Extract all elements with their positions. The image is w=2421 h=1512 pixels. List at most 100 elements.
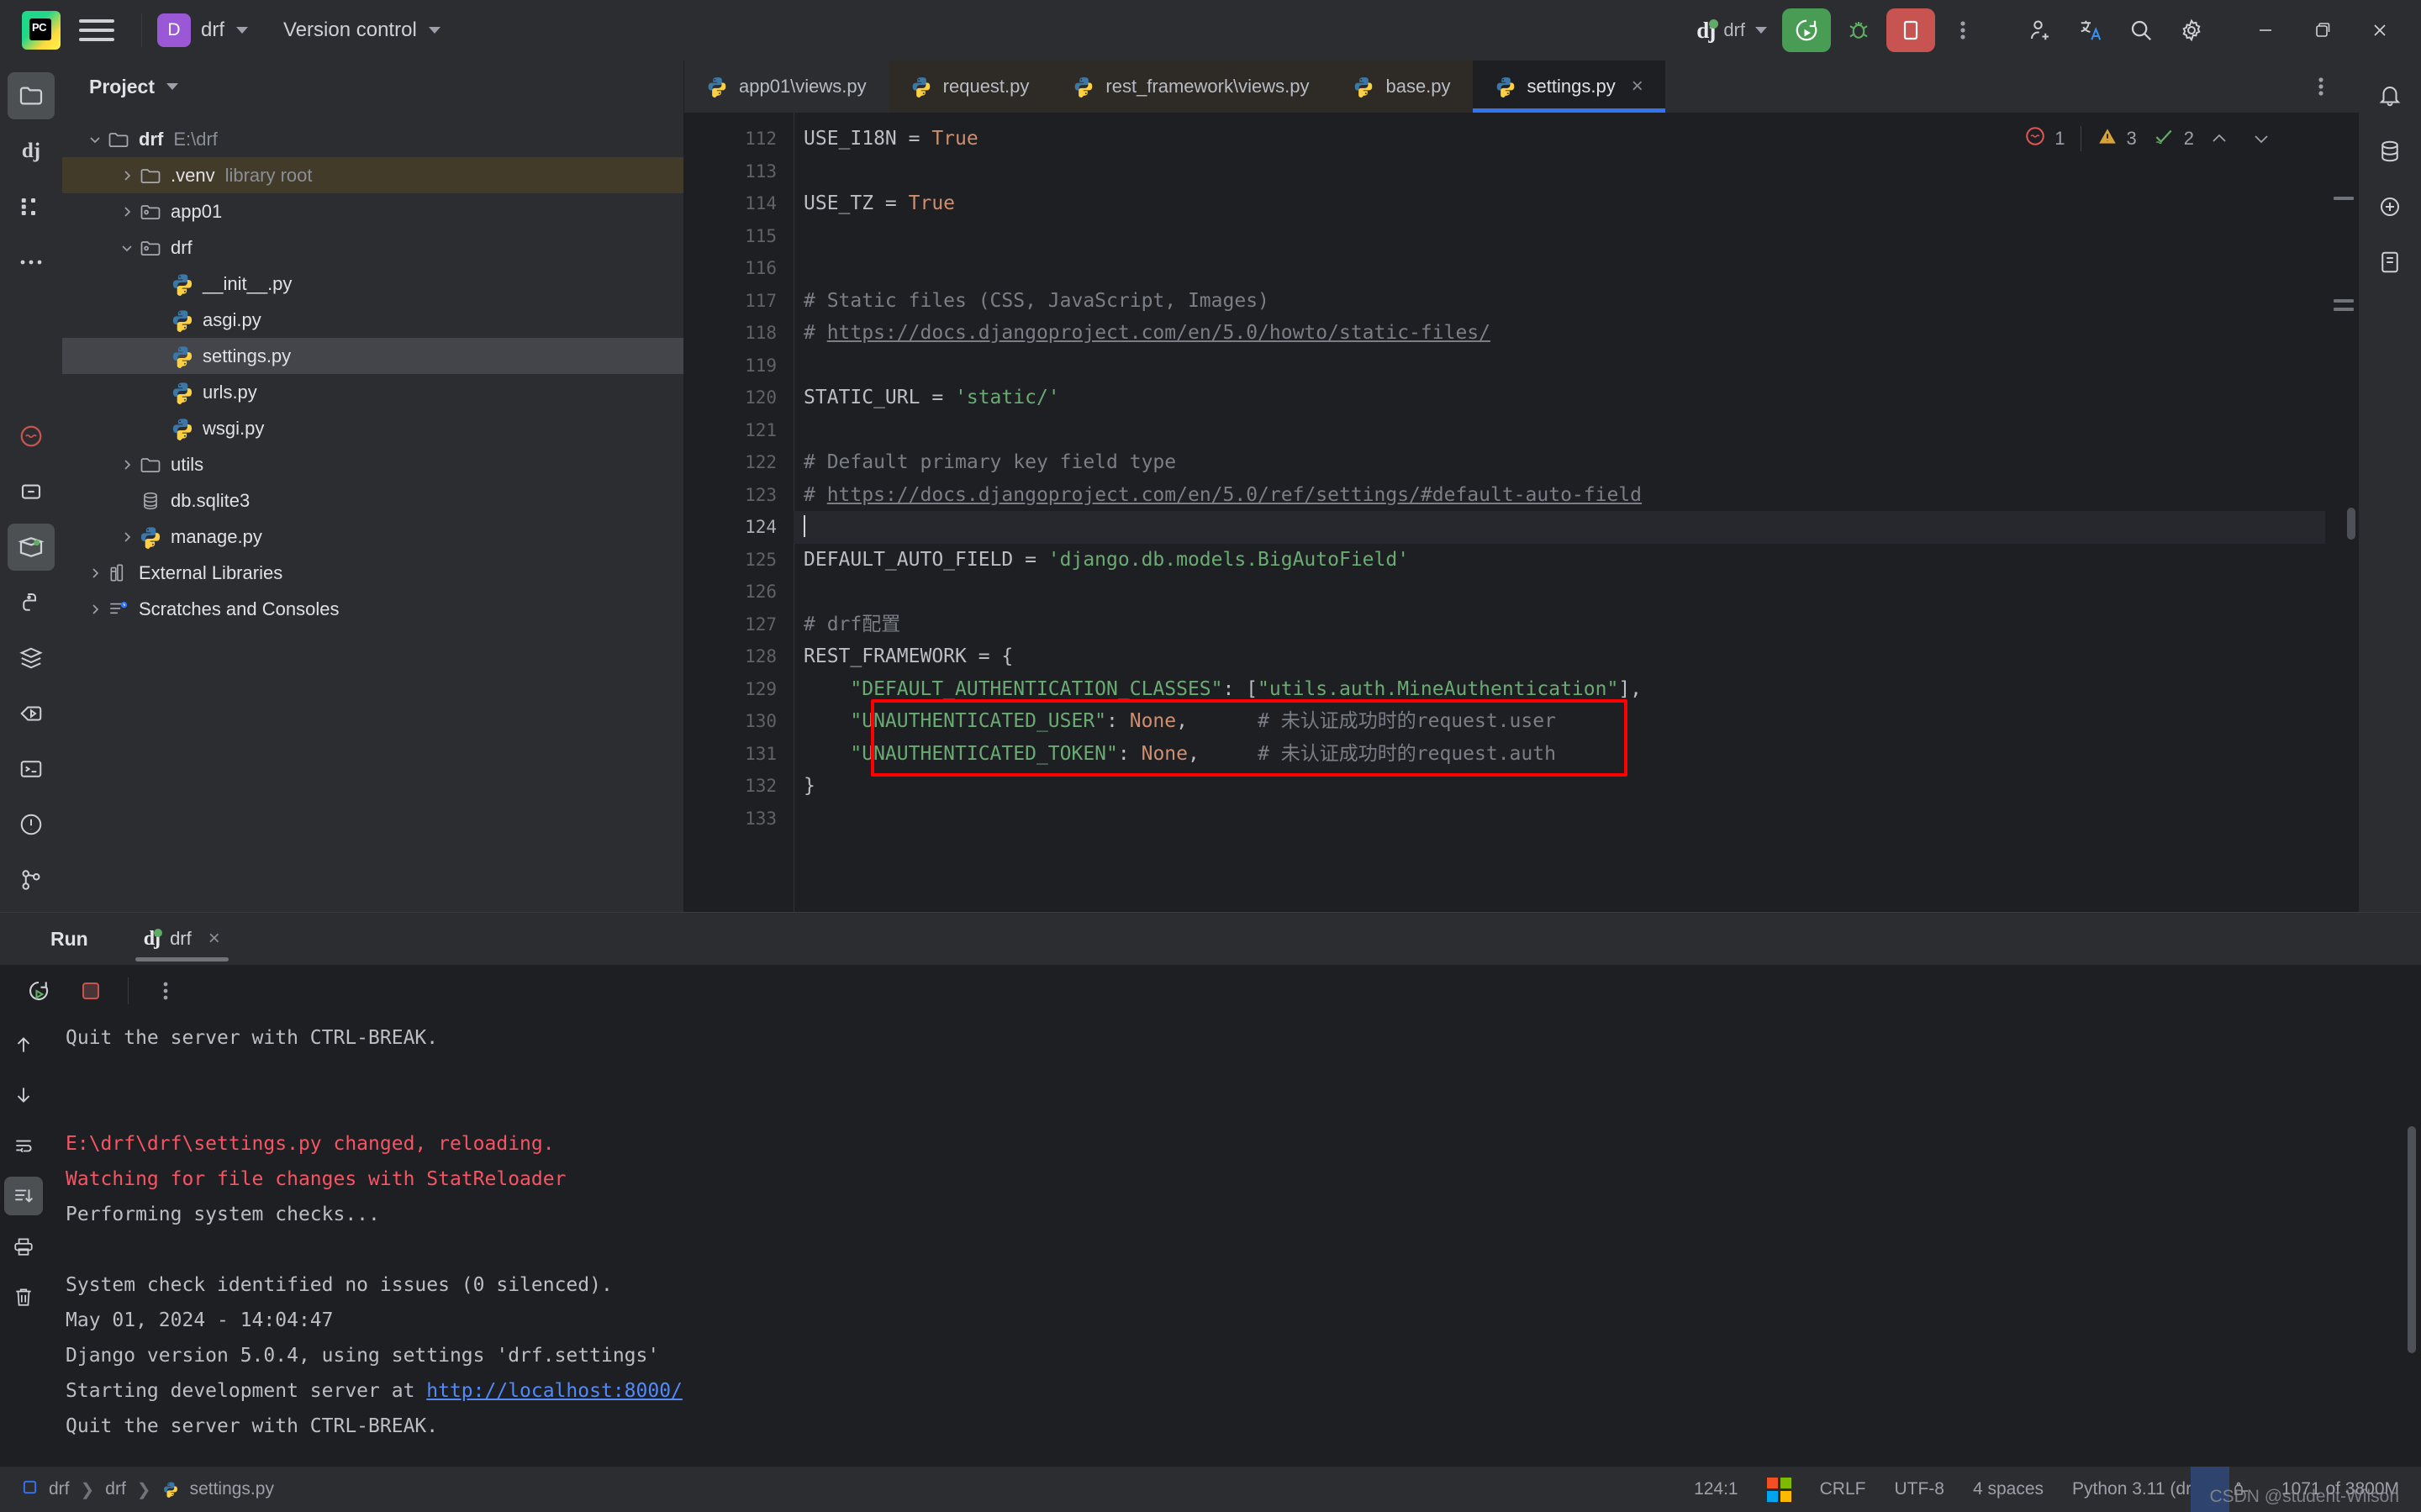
close-button[interactable] <box>2354 5 2406 55</box>
interpreter[interactable]: Python 3.11 (drf) <box>2072 1479 2202 1499</box>
close-icon[interactable]: × <box>208 927 220 951</box>
run-console[interactable]: Quit the server with CTRL-BREAK. E:\drf\… <box>0 1017 2421 1467</box>
more-vertical-icon[interactable] <box>2298 65 2344 108</box>
translate-icon[interactable] <box>2068 8 2113 52</box>
more-tool-icon[interactable] <box>8 239 55 286</box>
chevron-right-icon[interactable] <box>116 168 138 183</box>
chevron-right-icon[interactable] <box>84 566 106 581</box>
windows-logo-icon[interactable] <box>1766 1477 1791 1502</box>
console-scrollbar[interactable] <box>2408 1126 2416 1353</box>
code-line-133[interactable] <box>794 803 2359 835</box>
chevron-down-icon[interactable] <box>116 240 138 256</box>
run-tool-icon[interactable] <box>8 524 55 571</box>
chevron-right-icon[interactable] <box>84 602 106 617</box>
structure-tool-icon[interactable] <box>8 183 55 230</box>
project-selector[interactable]: D drf <box>154 10 258 50</box>
console-output[interactable]: Quit the server with CTRL-BREAK. E:\drf\… <box>47 1017 2421 1467</box>
rerun-icon[interactable] <box>18 971 59 1011</box>
breadcrumb-item-1[interactable]: drf <box>105 1479 126 1499</box>
code-line-118[interactable]: # https://docs.djangoproject.com/en/5.0/… <box>794 317 2359 350</box>
code-line-128[interactable]: REST_FRAMEWORK = { <box>794 640 2359 673</box>
tree-item-external librarie-[interactable]: External Libraries <box>62 555 683 591</box>
print-icon[interactable] <box>4 1227 43 1266</box>
gear-icon[interactable] <box>2169 8 2214 52</box>
line-separator[interactable]: CRLF <box>1820 1479 1866 1499</box>
tree-item--venv[interactable]: .venv library root <box>62 157 683 193</box>
tree-item-a-gi-py[interactable]: asgi.py <box>62 302 683 338</box>
database-icon[interactable] <box>2366 128 2413 175</box>
arrow-down-icon[interactable] <box>4 1076 43 1114</box>
code-line-117[interactable]: # Static files (CSS, JavaScript, Images) <box>794 285 2359 318</box>
tree-item-manage-py[interactable]: manage.py <box>62 519 683 555</box>
code-line-122[interactable]: # Default primary key field type <box>794 446 2359 479</box>
arrow-up-icon[interactable] <box>4 1025 43 1064</box>
tree-item-drf[interactable]: drf E:\drf <box>62 121 683 157</box>
more-vertical-icon[interactable] <box>145 971 186 1011</box>
code-line-124[interactable] <box>794 511 2359 544</box>
stop-icon[interactable] <box>71 971 111 1011</box>
run-button[interactable] <box>1782 8 1831 52</box>
editor-marker-rail[interactable] <box>2325 113 2359 912</box>
editor-tab-request-py[interactable]: request.py <box>888 61 1052 113</box>
problems-tool-icon[interactable] <box>8 413 55 460</box>
stop-button[interactable] <box>1886 8 1935 52</box>
breadcrumb-item-0[interactable]: drf <box>49 1479 70 1499</box>
tree-item-w-gi-py[interactable]: wsgi.py <box>62 410 683 446</box>
memory-icon[interactable] <box>2231 1480 2253 1499</box>
code-line-132[interactable]: } <box>794 770 2359 803</box>
problems-alert-icon[interactable] <box>8 801 55 848</box>
code-line-115[interactable] <box>794 220 2359 253</box>
tree-item-app01[interactable]: app01 <box>62 193 683 229</box>
django-tool-icon[interactable]: dj <box>8 128 55 175</box>
code-line-114[interactable]: USE_TZ = True <box>794 187 2359 220</box>
version-control-icon[interactable] <box>8 856 55 904</box>
tree-item-drf[interactable]: drf <box>62 229 683 266</box>
code-editor[interactable]: 112 113 114 115 116 117 118 119 120 121 122 123 124 1… <box>684 113 2359 912</box>
code-line-130[interactable]: "UNAUTHENTICATED_USER": None, # 未认证成功时的r… <box>794 705 2359 738</box>
chevron-down-icon[interactable] <box>84 132 106 147</box>
editor-tab-settings-py[interactable]: settings.py × <box>1472 61 1665 113</box>
close-icon[interactable]: × <box>1632 75 1643 98</box>
code-line-129[interactable]: "DEFAULT_AUTHENTICATION_CLASSES": ["util… <box>794 673 2359 706</box>
add-user-icon[interactable] <box>2018 8 2063 52</box>
chevron-right-icon[interactable] <box>116 529 138 545</box>
search-icon[interactable] <box>2118 8 2164 52</box>
services-tool-icon[interactable] <box>8 468 55 515</box>
tree-item-__init__-py[interactable]: __init__.py <box>62 266 683 302</box>
terminal-icon[interactable] <box>8 745 55 793</box>
scroll-to-end-icon[interactable] <box>4 1177 43 1215</box>
code-line-119[interactable] <box>794 350 2359 382</box>
chevron-up-icon[interactable] <box>2202 124 2236 153</box>
chevron-right-icon[interactable] <box>116 204 138 219</box>
version-control-menu[interactable]: Version control <box>283 18 440 42</box>
notifications-icon[interactable] <box>2366 72 2413 119</box>
chevron-down-icon[interactable] <box>2244 124 2278 153</box>
tree-item-scratche- and con-ole-[interactable]: Scratches and Consoles <box>62 591 683 627</box>
maximize-button[interactable] <box>2297 5 2349 55</box>
editor-scrollbar[interactable] <box>2347 508 2355 540</box>
editor-tab-app01-views-py[interactable]: app01\views.py <box>684 61 889 113</box>
minimize-button[interactable] <box>2239 5 2292 55</box>
breadcrumb-item-2[interactable]: settings.py <box>190 1479 274 1499</box>
editor-tab-rest_framework-views-py[interactable]: rest_framework\views.py <box>1051 61 1332 113</box>
run-tab-drf[interactable]: dj drf × <box>134 913 229 965</box>
database-layers-icon[interactable] <box>8 635 55 682</box>
python-packages-icon[interactable] <box>8 579 55 626</box>
code-line-120[interactable]: STATIC_URL = 'static/' <box>794 382 2359 414</box>
project-tool-icon[interactable] <box>8 72 55 119</box>
code-line-131[interactable]: "UNAUTHENTICATED_TOKEN": None, # 未认证成功时的… <box>794 738 2359 771</box>
tree-item-url--py[interactable]: urls.py <box>62 374 683 410</box>
code-line-123[interactable]: # https://docs.djangoproject.com/en/5.0/… <box>794 479 2359 512</box>
chevron-down-icon[interactable] <box>166 83 178 90</box>
memory-indicator[interactable]: 1071 of 3800M <box>2281 1479 2399 1499</box>
caret-position[interactable]: 124:1 <box>1694 1479 1738 1499</box>
console-link[interactable]: http://localhost:8000/ <box>426 1380 683 1402</box>
soft-wrap-icon[interactable] <box>4 1126 43 1165</box>
encoding[interactable]: UTF-8 <box>1894 1479 1944 1499</box>
chevron-right-icon[interactable] <box>116 457 138 472</box>
hamburger-menu-icon[interactable] <box>79 13 114 48</box>
code-line-126[interactable] <box>794 576 2359 608</box>
bookmarks-icon[interactable] <box>2366 239 2413 286</box>
more-vertical-icon[interactable] <box>1940 8 1986 52</box>
tree-item-util-[interactable]: utils <box>62 446 683 482</box>
